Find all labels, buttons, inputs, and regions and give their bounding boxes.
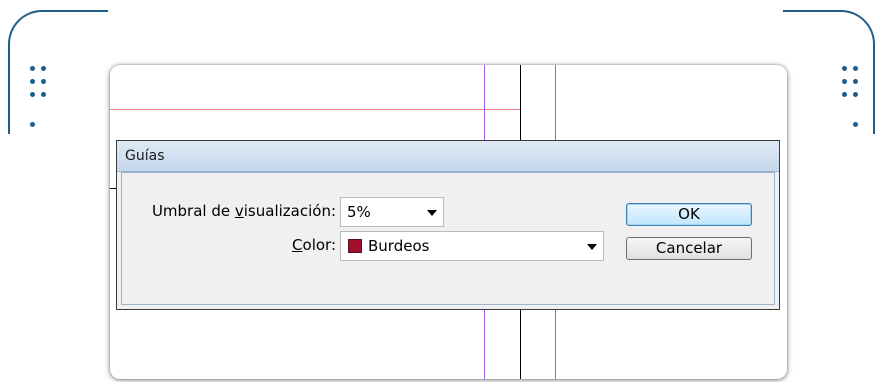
chevron-down-icon — [587, 244, 597, 250]
color-value: Burdeos — [368, 237, 430, 255]
decorative-frame-corner-left — [8, 10, 108, 134]
screenshot-card: Guías Umbral de visualización: 5% Color:… — [110, 65, 787, 379]
cancel-button[interactable]: Cancelar — [626, 237, 752, 260]
threshold-value: 5% — [347, 203, 371, 221]
threshold-label: Umbral de visualización: — [151, 202, 336, 220]
ok-button[interactable]: OK — [626, 203, 752, 226]
dialog-titlebar[interactable]: Guías — [117, 141, 779, 172]
color-swatch — [348, 239, 362, 253]
guides-dialog: Guías Umbral de visualización: 5% Color:… — [116, 140, 780, 310]
cancel-button-label: Cancelar — [655, 239, 723, 257]
ok-button-label: OK — [678, 205, 700, 223]
color-select[interactable]: Burdeos — [340, 231, 604, 261]
dialog-title: Guías — [125, 148, 165, 164]
threshold-select[interactable]: 5% — [340, 197, 444, 227]
chevron-down-icon — [427, 210, 437, 216]
decorative-dots-left — [30, 66, 56, 130]
color-label: Color: — [292, 236, 336, 254]
decorative-dots-right — [842, 66, 868, 130]
dialog-body: Umbral de visualización: 5% Color: Burde… — [121, 172, 775, 305]
horizontal-guide-red — [110, 109, 520, 110]
